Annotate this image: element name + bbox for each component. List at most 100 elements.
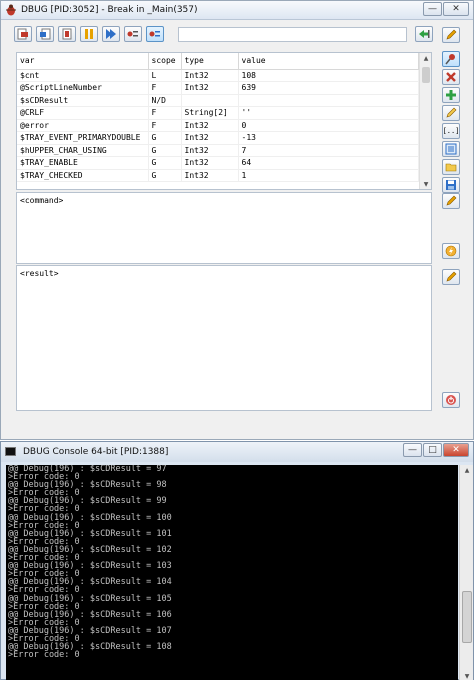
console-title-bar[interactable]: DBUG Console 64-bit [PID:1388] — □ ✕ [1, 442, 473, 462]
var-scope-cell: G [148, 169, 182, 182]
watch-list-icon [149, 31, 160, 37]
console-line: >Error code: 0 [8, 650, 80, 661]
var-type-cell: Int32 [181, 69, 239, 82]
pause-button[interactable] [80, 26, 98, 42]
table-row[interactable]: $TRAY_ENABLE G Int32 64 [17, 156, 419, 170]
step-over-icon [40, 28, 51, 40]
table-row[interactable]: $hUPPER_CHAR_USING G Int32 7 [17, 144, 419, 157]
save-button[interactable] [442, 177, 460, 193]
table-row[interactable]: $cnt L Int32 108 [17, 69, 419, 82]
execute-lightning-icon [445, 245, 457, 257]
pencil-icon [446, 29, 457, 40]
pin-button[interactable] [442, 51, 460, 67]
column-header-value[interactable]: value [238, 53, 419, 70]
var-scope-cell: F [148, 106, 182, 120]
var-type-cell: String[2] [181, 106, 239, 120]
command-label: <command> [20, 196, 64, 205]
result-output[interactable]: <result> [16, 265, 432, 411]
scroll-down-icon[interactable]: ▼ [420, 179, 431, 189]
var-type-cell: Int32 [181, 144, 239, 157]
scroll-down-icon[interactable]: ▼ [460, 671, 474, 680]
var-value-cell: -13 [238, 131, 419, 145]
folder-icon [445, 163, 457, 172]
execute-button[interactable] [442, 243, 460, 259]
var-name-cell: @CRLF [17, 106, 149, 120]
column-header-type[interactable]: type [181, 53, 239, 70]
go-to-button[interactable] [415, 26, 433, 42]
dbug-window-title: DBUG [PID:3052] - Break in _Main(357) [21, 5, 198, 15]
var-scope-cell: L [148, 69, 182, 82]
var-scope-cell: N/D [148, 94, 182, 107]
variables-scrollbar[interactable]: ▲ ▼ [419, 53, 431, 189]
red-x-icon [446, 72, 456, 82]
step-out-button[interactable] [58, 26, 76, 42]
variables-table: var scope type value $cnt L Int32 108 @Scrip… [16, 52, 432, 190]
breakpoint-icon [127, 31, 138, 37]
var-type-cell: Int32 [181, 119, 239, 132]
console-minimize-button[interactable]: — [403, 443, 422, 457]
column-header-var[interactable]: var [17, 53, 149, 70]
run-button[interactable] [102, 26, 120, 42]
add-button[interactable] [442, 87, 460, 103]
expression-field[interactable] [178, 27, 407, 42]
table-row[interactable]: $sCDResult N/D [17, 94, 419, 107]
var-name-cell: $cnt [17, 69, 149, 82]
var-value-cell: 64 [238, 156, 419, 170]
pause-icon [85, 29, 93, 39]
list-view-button[interactable] [442, 141, 460, 157]
dbug-window: DBUG [PID:3052] - Break in _Main(357) — … [0, 0, 474, 440]
console-output[interactable]: @@ Debug(196) : $sCDResult = 97 >Error co… [6, 465, 458, 680]
column-header-scope[interactable]: scope [148, 53, 182, 70]
edit-button[interactable] [442, 27, 460, 43]
watch-button[interactable] [146, 26, 164, 42]
var-scope-cell: G [148, 144, 182, 157]
table-row[interactable]: @ScriptLineNumber F Int32 639 [17, 81, 419, 95]
console-scroll-thumb[interactable] [462, 591, 472, 643]
clear-button-label: [..] [442, 127, 460, 135]
step-out-icon [62, 28, 72, 40]
command-input[interactable]: <command> [16, 192, 432, 264]
scroll-up-icon[interactable]: ▲ [420, 53, 431, 63]
clear-button[interactable]: [..] [442, 123, 460, 139]
console-window-controls: — □ ✕ [402, 443, 469, 458]
table-row[interactable]: @CRLF F String[2] '' [17, 106, 419, 120]
var-scope-cell: F [148, 119, 182, 132]
list-icon [445, 143, 457, 155]
breakpoint-button[interactable] [124, 26, 142, 42]
close-icon: ✕ [452, 4, 460, 14]
console-maximize-button[interactable]: □ [423, 443, 442, 457]
var-scope-cell: G [148, 156, 182, 170]
save-disk-icon [446, 180, 456, 190]
result-edit-button[interactable] [442, 269, 460, 285]
scroll-thumb[interactable] [422, 67, 430, 83]
step-into-button[interactable] [14, 26, 32, 42]
var-type-cell: Int32 [181, 169, 239, 182]
pin-icon [445, 54, 455, 65]
var-name-cell: @error [17, 119, 149, 132]
pencil-icon [446, 271, 457, 282]
close-button[interactable]: ✕ [443, 2, 469, 16]
scroll-up-icon[interactable]: ▲ [460, 465, 474, 475]
step-over-button[interactable] [36, 26, 54, 42]
console-scrollbar[interactable]: ▲ ▼ [459, 465, 473, 680]
table-row[interactable]: $TRAY_CHECKED G Int32 1 [17, 169, 419, 182]
open-folder-button[interactable] [442, 159, 460, 175]
delete-button[interactable] [442, 69, 460, 85]
minimize-icon: — [428, 4, 437, 14]
var-name-cell: $TRAY_EVENT_PRIMARYDOUBLE [17, 131, 149, 145]
modify-button[interactable] [442, 105, 460, 121]
debug-toolbar [14, 26, 168, 44]
pencil-icon [446, 195, 457, 206]
minimize-button[interactable]: — [423, 2, 442, 16]
table-row[interactable]: $TRAY_EVENT_PRIMARYDOUBLE G Int32 -13 [17, 131, 419, 145]
stop-button[interactable] [442, 392, 460, 408]
var-value-cell: '' [238, 106, 419, 120]
table-row[interactable]: @error F Int32 0 [17, 119, 419, 132]
close-icon: ✕ [452, 445, 460, 455]
minimize-icon: — [408, 445, 417, 455]
console-window: DBUG Console 64-bit [PID:1388] — □ ✕ @@ … [0, 441, 474, 680]
command-edit-button[interactable] [442, 193, 460, 209]
console-close-button[interactable]: ✕ [443, 443, 469, 457]
dbug-title-bar[interactable]: DBUG [PID:3052] - Break in _Main(357) — … [1, 1, 473, 20]
maximize-icon: □ [428, 445, 437, 455]
